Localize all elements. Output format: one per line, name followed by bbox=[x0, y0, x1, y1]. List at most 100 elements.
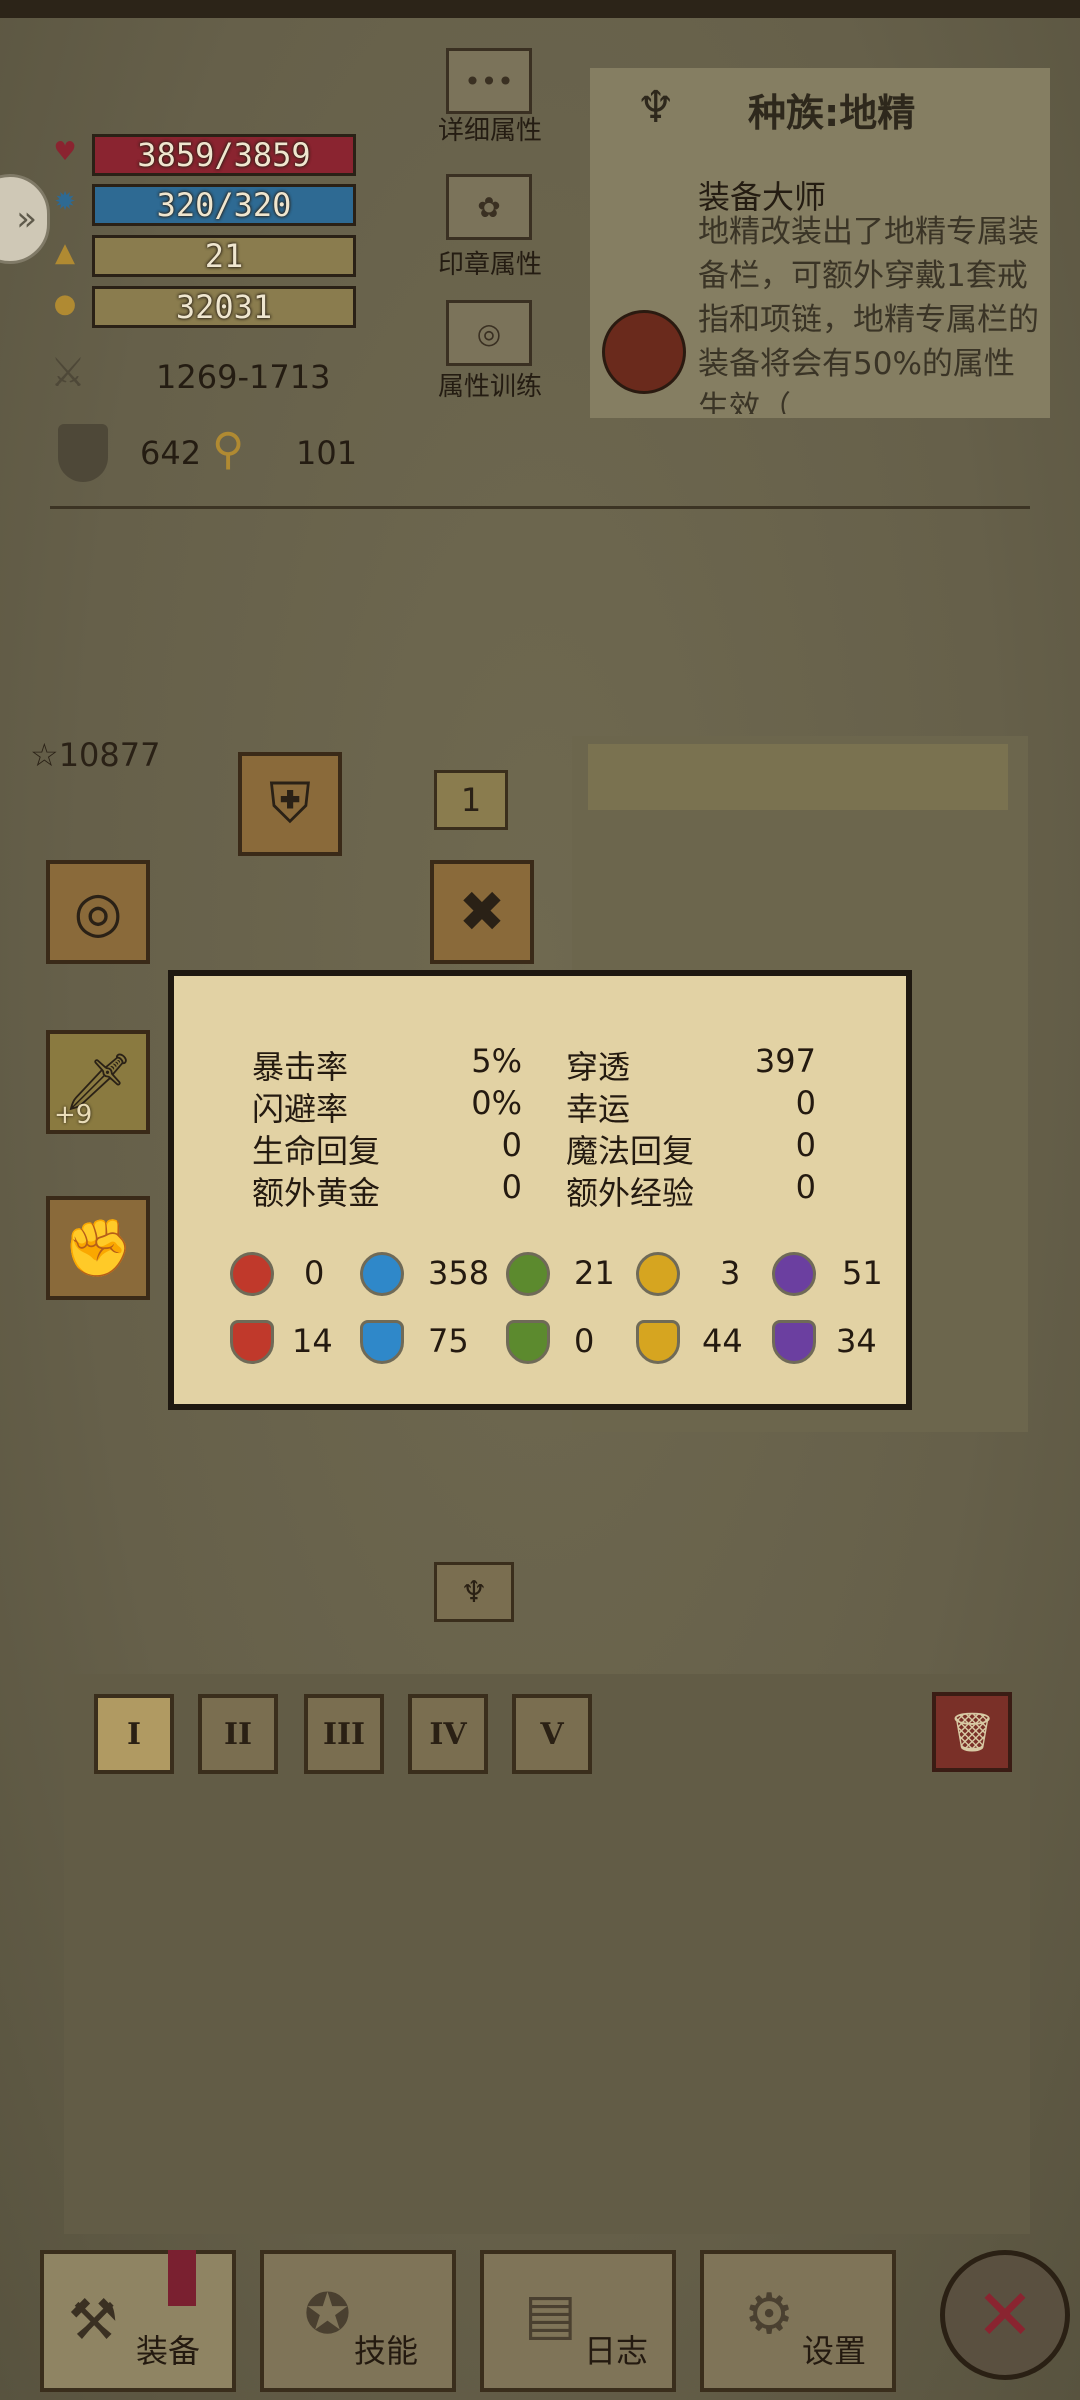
mp-regen-label: 魔法回复 bbox=[566, 1132, 695, 1170]
nav-log-label: 日志 bbox=[584, 2332, 649, 2370]
top-border bbox=[0, 0, 1080, 18]
gold-bar: 32031 bbox=[92, 286, 356, 328]
detail-attributes-button[interactable]: ••• bbox=[446, 48, 532, 114]
race-title: 种族:地精 bbox=[748, 91, 916, 135]
shield-icon bbox=[58, 424, 108, 482]
magic-value: 101 bbox=[296, 434, 358, 472]
fire-attack-value: 0 bbox=[304, 1254, 325, 1292]
bookmark-ribbon bbox=[168, 2250, 196, 2306]
magic-orb-icon: ⚲ bbox=[212, 424, 245, 475]
heart-icon: ♥ bbox=[53, 137, 77, 167]
nav-log[interactable]: ▤ 日志 bbox=[480, 2250, 676, 2392]
tab-2[interactable]: II bbox=[198, 1694, 278, 1774]
detail-attributes-label: 详细属性 bbox=[437, 116, 542, 146]
ammo-counter: 1 bbox=[434, 770, 508, 830]
dodge-value: 0% bbox=[471, 1084, 522, 1122]
score-row: ☆10877 bbox=[30, 736, 160, 774]
attack-value: 1269-1713 bbox=[156, 358, 331, 396]
tab-5[interactable]: V bbox=[512, 1694, 592, 1774]
dots-icon: ••• bbox=[464, 64, 514, 98]
star-icon: ☆ bbox=[30, 736, 59, 774]
chest-armor-icon: ✖ bbox=[458, 879, 506, 945]
dark-attack-value: 51 bbox=[842, 1254, 883, 1292]
hp-value: 3859/3859 bbox=[137, 136, 311, 174]
skill-gear-icon: ✪ bbox=[304, 2282, 351, 2347]
earth-resist-value: 0 bbox=[574, 1322, 595, 1360]
light-attack-value: 3 bbox=[720, 1254, 741, 1292]
dark-attack-icon bbox=[772, 1252, 816, 1296]
dark-resist-value: 34 bbox=[836, 1322, 877, 1360]
score-value: 10877 bbox=[58, 736, 161, 774]
tab-3[interactable]: III bbox=[304, 1694, 384, 1774]
hp-regen-label: 生命回复 bbox=[252, 1132, 381, 1170]
race-emblem-icon: ♆ bbox=[636, 82, 676, 133]
seal-attributes-button[interactable]: ✿ bbox=[446, 174, 532, 240]
exp-bonus-value: 0 bbox=[795, 1168, 816, 1206]
gold-bonus-value: 0 bbox=[501, 1168, 522, 1206]
water-attack-icon bbox=[360, 1252, 404, 1296]
close-button[interactable]: ✕ bbox=[940, 2250, 1070, 2380]
settings-gear-icon: ⚙ bbox=[744, 2282, 795, 2347]
hp-bar: 3859/3859 bbox=[92, 134, 356, 176]
stats-tooltip: 暴击率 5% 穿透 397 闪避率 0% 幸运 0 生命回复 0 魔法回复 0 … bbox=[168, 970, 912, 1410]
hp-regen-value: 0 bbox=[501, 1126, 522, 1164]
trash-icon: 🗑 bbox=[947, 1709, 997, 1754]
gold-bonus-label: 额外黄金 bbox=[252, 1174, 381, 1212]
level-triangle-icon: ▲ bbox=[55, 238, 75, 268]
attribute-training-button[interactable]: ◎ bbox=[446, 300, 532, 366]
tab-1[interactable]: I bbox=[94, 1694, 174, 1774]
mp-regen-value: 0 bbox=[795, 1126, 816, 1164]
gauntlet-icon: ✊ bbox=[63, 1216, 133, 1281]
water-attack-value: 358 bbox=[428, 1254, 490, 1292]
level-value: 21 bbox=[204, 237, 244, 275]
armor-slot[interactable]: ✖ bbox=[430, 860, 534, 964]
water-resist-value: 75 bbox=[428, 1322, 469, 1360]
fire-resist-icon bbox=[230, 1320, 274, 1364]
exp-bonus-label: 额外经验 bbox=[566, 1174, 695, 1212]
helmet-icon: ⛨ bbox=[269, 771, 311, 836]
mp-bar: 320/320 bbox=[92, 184, 356, 226]
luck-label: 幸运 bbox=[566, 1090, 631, 1128]
trait-description: 地精改装出了地精专属装备栏，可额外穿戴1套戒指和项链，地精专属栏的装备将会有50… bbox=[698, 214, 1039, 414]
seal-attributes-label: 印章属性 bbox=[437, 250, 542, 280]
luck-value: 0 bbox=[795, 1084, 816, 1122]
flower-seal-icon: ✿ bbox=[477, 190, 501, 224]
ammo-count: 1 bbox=[460, 781, 482, 819]
race-panel: ♆ 种族:地精 装备大师 地精改装出了地精专属装备栏，可额外穿戴1套戒指和项链，… bbox=[590, 68, 1050, 418]
gold-coins-icon: ● bbox=[53, 289, 77, 319]
nav-settings[interactable]: ⚙ 设置 bbox=[700, 2250, 896, 2392]
axe-icon: ⚒ bbox=[68, 2288, 119, 2353]
nav-settings-label: 设置 bbox=[802, 2332, 867, 2370]
close-icon: ✕ bbox=[975, 2274, 1035, 2356]
dark-resist-icon bbox=[772, 1320, 816, 1364]
earth-resist-icon bbox=[506, 1320, 550, 1364]
tab-4[interactable]: IV bbox=[408, 1694, 488, 1774]
log-book-icon: ▤ bbox=[524, 2282, 577, 2347]
defense-value: 642 bbox=[140, 434, 202, 472]
pierce-label: 穿透 bbox=[566, 1048, 631, 1086]
double-chevron-right-icon: » bbox=[16, 199, 37, 239]
helmet-slot[interactable]: ⛨ bbox=[238, 752, 342, 856]
pierce-value: 397 bbox=[754, 1042, 816, 1080]
dodge-label: 闪避率 bbox=[252, 1090, 349, 1128]
nav-equip[interactable]: ⚒ 装备 bbox=[40, 2250, 236, 2392]
earth-attack-value: 21 bbox=[574, 1254, 615, 1292]
ring-slot[interactable]: ◎ bbox=[46, 860, 150, 964]
light-attack-icon bbox=[636, 1252, 680, 1296]
nav-equip-label: 装备 bbox=[136, 2332, 201, 2370]
attribute-training-label: 属性训练 bbox=[437, 372, 542, 402]
crossed-swords-icon: ⚔ bbox=[50, 350, 86, 396]
nav-skill-label: 技能 bbox=[354, 2332, 419, 2370]
trash-button[interactable]: 🗑 bbox=[932, 1692, 1012, 1772]
crit-label: 暴击率 bbox=[252, 1048, 349, 1086]
section-divider bbox=[50, 506, 1030, 509]
ring-icon: ◎ bbox=[73, 879, 123, 945]
nav-skill[interactable]: ✪ 技能 bbox=[260, 2250, 456, 2392]
light-resist-value: 44 bbox=[702, 1322, 743, 1360]
earth-attack-icon bbox=[506, 1252, 550, 1296]
gloves-slot[interactable]: ✊ bbox=[46, 1196, 150, 1300]
gold-value: 32031 bbox=[175, 288, 273, 326]
level-bar: 21 bbox=[92, 235, 356, 277]
collapse-toggle-button[interactable]: ♆ bbox=[434, 1562, 514, 1622]
mp-value: 320/320 bbox=[156, 186, 292, 224]
